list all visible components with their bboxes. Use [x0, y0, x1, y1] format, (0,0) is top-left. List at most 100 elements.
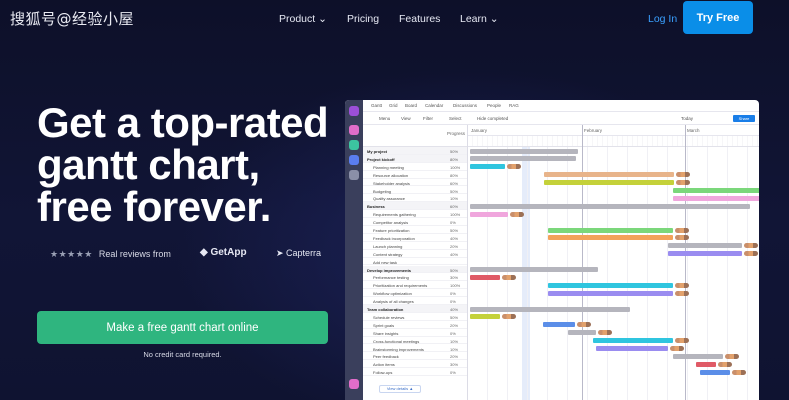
gantt-bar[interactable]	[568, 330, 596, 336]
gantt-bar[interactable]	[673, 195, 759, 201]
task-group-row[interactable]: Business 60%	[363, 202, 467, 211]
task-row[interactable]: Stakeholder analysis 60%	[363, 179, 467, 187]
task-row[interactable]: Quality assurance 10%	[363, 194, 467, 203]
gantt-bar[interactable]	[548, 290, 673, 296]
task-row[interactable]: Launch planning 20%	[363, 242, 467, 250]
task-row[interactable]: Prioritization and requirements 100%	[363, 281, 467, 290]
task-row[interactable]: Content strategy 40%	[363, 250, 467, 258]
task-row[interactable]: Planning meeting 100%	[363, 163, 467, 171]
menu-button[interactable]: Menu	[379, 116, 390, 121]
task-row[interactable]: Resource allocation 80%	[363, 171, 467, 179]
task-row[interactable]: Brainstorming improvements 10%	[363, 345, 467, 353]
gantt-bar[interactable]	[668, 251, 742, 257]
view-button[interactable]: View	[401, 116, 411, 121]
gantt-bar[interactable]	[543, 322, 575, 328]
gantt-bar[interactable]	[668, 243, 742, 249]
login-link[interactable]: Log In	[648, 13, 677, 25]
tab-grid[interactable]: Grid	[389, 103, 398, 108]
task-progress: 0%	[450, 330, 456, 336]
assignee-avatars	[676, 180, 690, 186]
task-row[interactable]: Performance testing 30%	[363, 273, 467, 282]
gantt-bar[interactable]	[470, 306, 630, 312]
filter-button[interactable]: Filter	[423, 116, 433, 121]
gantt-bar[interactable]	[673, 353, 723, 359]
gantt-bar[interactable]	[593, 338, 673, 344]
gantt-bar[interactable]	[470, 203, 750, 209]
task-progress: 0%	[450, 220, 456, 226]
app-view-toolbar: Gantt Grid Board Calendar Discussions Pe…	[363, 100, 759, 112]
task-row[interactable]: Cross-functional meetings 10%	[363, 337, 467, 345]
gantt-bar[interactable]	[700, 369, 730, 375]
gantt-bar[interactable]	[470, 211, 508, 217]
task-row[interactable]: Action items 30%	[363, 360, 467, 369]
task-row[interactable]: Follow-ups 0%	[363, 368, 467, 377]
tab-discussions[interactable]: Discussions	[453, 103, 477, 108]
task-row[interactable]: Analysis of all changes 0%	[363, 297, 467, 305]
select-button[interactable]: Select	[449, 116, 462, 121]
gantt-bar[interactable]	[470, 314, 500, 320]
month-header: January February March	[468, 125, 759, 136]
task-progress: 100%	[450, 283, 461, 289]
task-row[interactable]: Requirements gathering 100%	[363, 210, 467, 219]
tab-rag[interactable]: RAG	[509, 103, 519, 108]
task-name: Feature prioritization	[373, 228, 410, 233]
tab-calendar[interactable]: Calendar	[425, 103, 443, 108]
tab-people[interactable]: People	[487, 103, 501, 108]
share-button[interactable]: Share	[733, 115, 755, 122]
gantt-bar[interactable]	[544, 172, 674, 178]
task-row[interactable]: Feedback incorporation 40%	[363, 234, 467, 242]
gantt-bar[interactable]	[548, 235, 673, 241]
gantt-bar[interactable]	[673, 188, 759, 193]
task-group-row[interactable]: Project kickoff 80%	[363, 154, 467, 163]
gantt-bar[interactable]	[548, 227, 673, 233]
gantt-bar[interactable]	[470, 267, 598, 272]
task-row[interactable]: Sprint goals 20%	[363, 321, 467, 329]
task-name: Launch planning	[373, 243, 403, 249]
task-row[interactable]: Workflow optimization 0%	[363, 289, 467, 298]
getapp-logo: ◆ GetApp	[200, 247, 247, 258]
task-row[interactable]: Peer feedback 20%	[363, 352, 467, 361]
capterra-logo: ➤ Capterra	[276, 248, 321, 259]
task-row[interactable]: Schedule reviews 50%	[363, 313, 467, 321]
task-group-row[interactable]: Team collaboration 40%	[363, 305, 467, 313]
task-group-row[interactable]: Develop improvements 50%	[363, 265, 467, 274]
hide-completed-toggle[interactable]: Hide completed	[477, 116, 508, 121]
rail-icon-3[interactable]	[349, 155, 359, 165]
nav-pricing[interactable]: Pricing	[347, 13, 379, 25]
today-button[interactable]: Today	[681, 116, 693, 121]
tab-board[interactable]: Board	[405, 103, 417, 108]
task-row[interactable]: Add new task	[363, 258, 467, 266]
rail-search-icon[interactable]	[349, 170, 359, 180]
try-free-button[interactable]: Try Free	[683, 1, 753, 34]
rail-icon-1[interactable]	[349, 125, 359, 135]
task-group-row[interactable]: My project 50%	[363, 147, 467, 155]
assignee-avatars	[510, 211, 524, 217]
task-progress: 100%	[450, 212, 461, 218]
task-name: Action items	[373, 362, 395, 368]
gantt-bar[interactable]	[470, 156, 576, 162]
nav-learn[interactable]: Learn ⌄	[460, 13, 499, 25]
gantt-bar[interactable]	[470, 148, 578, 154]
nav-features[interactable]: Features	[399, 13, 440, 25]
rail-help-icon[interactable]	[349, 379, 359, 389]
task-name: Develop improvements	[367, 267, 412, 273]
gantt-bar[interactable]	[548, 282, 673, 288]
task-row[interactable]: Budgeting 50%	[363, 187, 467, 195]
make-gantt-chart-button[interactable]: Make a free gantt chart online	[37, 311, 328, 344]
tab-gantt[interactable]: Gantt	[371, 103, 382, 108]
task-name: Share insights	[373, 330, 399, 336]
gantt-bar[interactable]	[596, 346, 668, 351]
nav-product[interactable]: Product ⌄	[279, 13, 327, 25]
app-preview: Gantt Grid Board Calendar Discussions Pe…	[345, 100, 759, 400]
gantt-bar[interactable]	[696, 361, 716, 367]
view-details-button[interactable]: View details ▲	[379, 385, 421, 393]
task-row[interactable]: Competitor analysis 0%	[363, 218, 467, 226]
assignee-avatars	[744, 243, 758, 249]
grid-header: Progress	[363, 125, 467, 147]
task-row[interactable]: Share insights 0%	[363, 329, 467, 337]
gantt-bar[interactable]	[470, 274, 500, 280]
gantt-bar[interactable]	[544, 180, 674, 186]
task-row[interactable]: Feature prioritization 50%	[363, 226, 467, 234]
gantt-bar[interactable]	[470, 164, 505, 170]
rail-icon-2[interactable]	[349, 140, 359, 150]
